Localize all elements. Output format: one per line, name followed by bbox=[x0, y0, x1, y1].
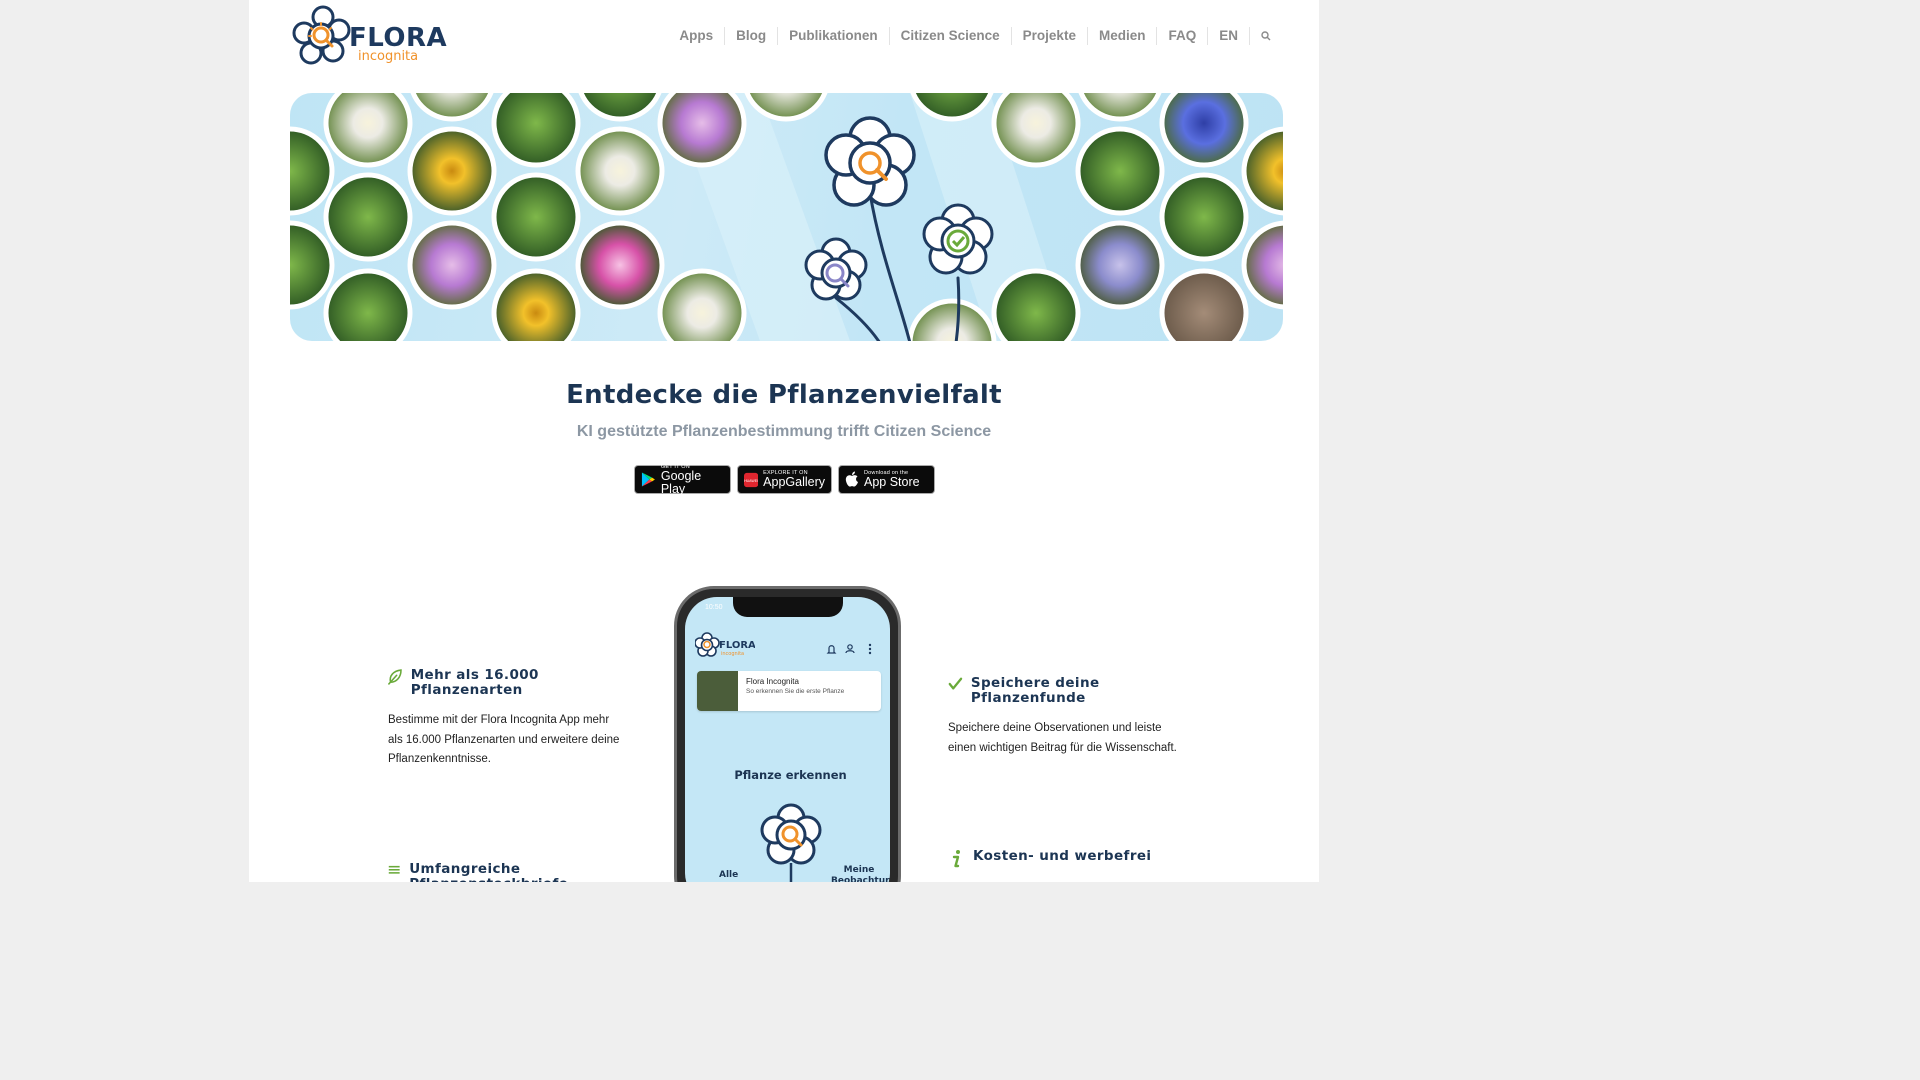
feature-title: Mehr als 16.000 Pflanzenarten bbox=[410, 667, 539, 698]
nav-item-medien[interactable]: Medien bbox=[1086, 27, 1157, 45]
app-logo-icon: FLORA incognita bbox=[695, 632, 755, 657]
badge-store-name: Google Play bbox=[660, 468, 702, 496]
card-thumbnail bbox=[697, 671, 738, 711]
search-button[interactable] bbox=[1249, 27, 1271, 45]
appgallery-button[interactable]: HUAWEI EXPLORE IT ON AppGallery bbox=[737, 465, 832, 494]
google-play-icon bbox=[641, 472, 655, 487]
page-subtitle: KI gestützte Pflanzenbestimmung trifft C… bbox=[576, 423, 992, 440]
search-icon bbox=[1261, 31, 1271, 41]
page: FLORA incognita Apps Blog Publikationen … bbox=[249, 0, 1319, 882]
badge-store-name: App Store bbox=[864, 475, 920, 489]
app-toolbar-icons bbox=[826, 643, 872, 655]
identify-flower-icon[interactable] bbox=[753, 803, 829, 882]
status-time: 10:50 bbox=[705, 604, 723, 611]
huawei-icon: HUAWEI bbox=[744, 472, 759, 487]
svg-text:HUAWEI: HUAWEI bbox=[744, 478, 758, 482]
svg-text:FLORA: FLORA bbox=[719, 640, 755, 651]
info-icon bbox=[952, 850, 960, 868]
feature-free: Kosten- und werbefrei bbox=[948, 849, 1188, 869]
store-badges: GET IT ON Google Play HUAWEI EXPLORE IT … bbox=[634, 464, 935, 496]
app-store-button[interactable]: Download on the App Store bbox=[838, 465, 935, 494]
identify-plant-label[interactable]: Pflanze erkennen bbox=[685, 768, 890, 783]
nav-item-publikationen[interactable]: Publikationen bbox=[777, 27, 889, 45]
logo-tagline: incognita bbox=[358, 49, 419, 64]
onboarding-card[interactable]: Flora Incognita So erkennen Sie die erst… bbox=[697, 671, 881, 711]
feature-title: Kosten- und werbefrei bbox=[973, 848, 1152, 864]
nav-item-faq[interactable]: FAQ bbox=[1156, 27, 1207, 45]
phone-mockup: 10:50 FLORA incognita Flora Incognita So… bbox=[674, 586, 901, 882]
badge-store-name: AppGallery bbox=[763, 475, 825, 489]
tab-my-observations[interactable]: Meine Beobachtungen bbox=[831, 865, 890, 882]
feature-save: Speichere deine Pflanzenfunde Speichere … bbox=[948, 676, 1188, 758]
leaf-icon bbox=[388, 669, 402, 685]
site-logo[interactable]: FLORA incognita bbox=[291, 3, 447, 71]
feature-text: Bestimme mit der Flora Incognita App meh… bbox=[388, 714, 620, 765]
main-navigation: Apps Blog Publikationen Citizen Science … bbox=[668, 24, 1271, 48]
hero-banner bbox=[290, 93, 1283, 341]
tab-all[interactable]: Alle bbox=[719, 870, 738, 880]
nav-item-blog[interactable]: Blog bbox=[724, 27, 777, 45]
feature-title: Speichere deine Pflanzenfunde bbox=[970, 675, 1100, 706]
flower-collage-image bbox=[290, 93, 1283, 341]
phone-screen: 10:50 FLORA incognita Flora Incognita So… bbox=[685, 597, 890, 882]
nav-item-citizen-science[interactable]: Citizen Science bbox=[888, 27, 1011, 45]
apple-icon bbox=[845, 471, 858, 487]
phone-notch bbox=[732, 597, 843, 617]
feature-profiles: Umfangreiche Pflanzensteckbriefe bbox=[388, 862, 623, 882]
feature-text: Speichere deine Observationen und leiste… bbox=[948, 722, 1177, 754]
card-title: Flora Incognita bbox=[746, 677, 799, 686]
page-title: Entdecke die Pflanzenvielfalt bbox=[566, 380, 1002, 410]
nav-item-projekte[interactable]: Projekte bbox=[1010, 27, 1087, 45]
google-play-button[interactable]: GET IT ON Google Play bbox=[634, 464, 731, 496]
nav-item-language-en[interactable]: EN bbox=[1207, 27, 1249, 45]
nav-item-apps[interactable]: Apps bbox=[668, 27, 724, 45]
card-subtitle: So erkennen Sie die erste Pflanze bbox=[746, 688, 845, 695]
feature-title: Umfangreiche Pflanzensteckbriefe bbox=[409, 861, 568, 883]
list-icon bbox=[388, 865, 400, 874]
feature-species: Mehr als 16.000 Pflanzenarten Bestimme m… bbox=[388, 668, 623, 770]
svg-text:incognita: incognita bbox=[721, 651, 744, 657]
checkmark-icon bbox=[948, 677, 963, 690]
